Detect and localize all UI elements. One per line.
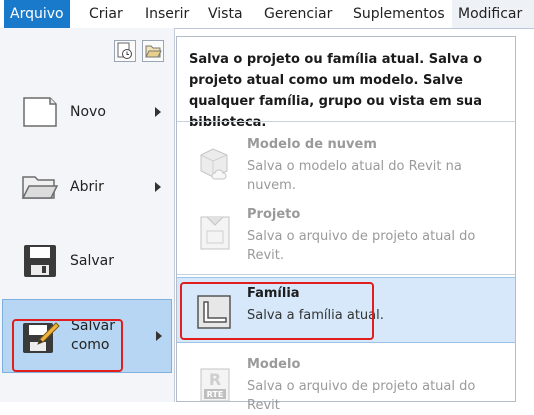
divider xyxy=(177,121,515,122)
ribbon-tab-bar: Arquivo Criar Inserir Vista Gerenciar Su… xyxy=(0,0,534,29)
svg-text:R: R xyxy=(209,370,221,389)
submenu-arrow-icon xyxy=(155,107,161,117)
submenu-item-text: Salva o modelo atual do Revit na nuvem. xyxy=(247,159,462,193)
tab-vista[interactable]: Vista xyxy=(202,0,249,28)
recent-documents-icon[interactable] xyxy=(114,40,136,62)
highlight-salvar-como xyxy=(12,319,123,372)
submenu-item-modelo[interactable]: R RTE Modelo Salva o arquivo de projeto a… xyxy=(177,349,515,415)
menu-item-label: Abrir xyxy=(70,179,104,195)
menu-item-novo[interactable]: Novo xyxy=(2,79,172,145)
submenu-arrow-icon xyxy=(156,331,162,341)
submenu-item-title: Projeto xyxy=(247,207,301,222)
tab-modificar[interactable]: Modificar xyxy=(452,0,534,28)
submenu-arrow-icon xyxy=(155,182,161,192)
tab-gerenciar[interactable]: Gerenciar xyxy=(258,0,338,28)
save-as-submenu: Salva o projeto ou família atual. Salva … xyxy=(176,36,516,413)
menu-item-abrir[interactable]: Abrir xyxy=(2,154,172,220)
tab-criar[interactable]: Criar xyxy=(83,0,129,28)
menu-item-salvar[interactable]: Salvar xyxy=(2,228,172,294)
tab-inserir[interactable]: Inserir xyxy=(139,0,195,28)
highlight-familia xyxy=(180,282,374,340)
submenu-item-title: Modelo de nuvem xyxy=(247,137,377,152)
menu-item-label: Salvar xyxy=(70,253,114,269)
submenu-item-text: Salva o arquivo de projeto atual do Revi… xyxy=(247,229,476,263)
submenu-item-text: Salva o arquivo de projeto atual do Revi… xyxy=(247,379,476,413)
application-menu-panel: Novo Abrir Salvar Salvar como xyxy=(0,28,175,402)
new-document-icon xyxy=(20,92,60,132)
save-icon xyxy=(20,241,60,281)
submenu-item-modelo-de-nuvem[interactable]: Modelo de nuvem Salva o modelo atual do … xyxy=(177,129,515,195)
template-rte-icon: R RTE xyxy=(195,363,235,403)
tab-arquivo[interactable]: Arquivo xyxy=(4,0,70,28)
project-icon xyxy=(195,213,235,253)
menu-item-label: Novo xyxy=(70,104,106,120)
divider xyxy=(177,274,515,275)
rte-icon-text: RTE xyxy=(207,390,224,399)
tab-suplementos[interactable]: Suplementos xyxy=(347,0,451,28)
open-folder-icon xyxy=(20,167,60,207)
open-documents-icon[interactable] xyxy=(142,40,164,62)
cloud-model-icon xyxy=(195,143,235,183)
submenu-item-title: Modelo xyxy=(247,357,301,372)
submenu-item-projeto[interactable]: Projeto Salva o arquivo de projeto atual… xyxy=(177,199,515,265)
